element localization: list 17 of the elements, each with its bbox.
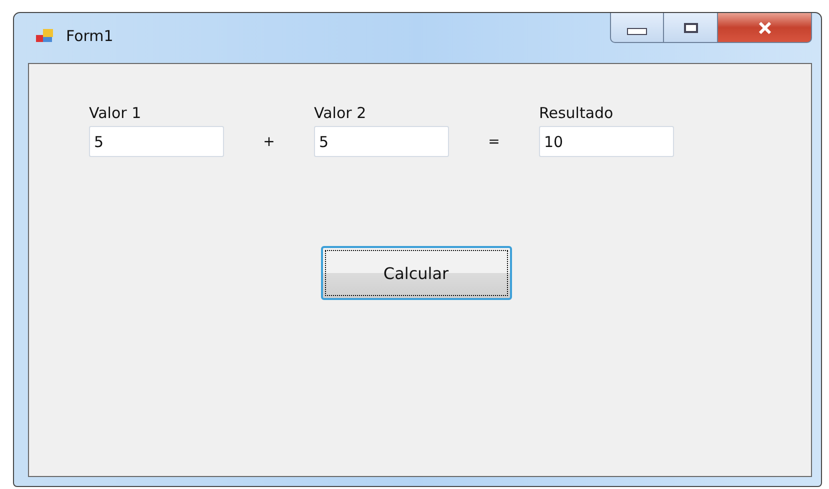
minimize-icon <box>627 28 647 35</box>
maximize-button[interactable] <box>664 13 718 43</box>
operator-sign: = <box>488 134 500 150</box>
minimize-button[interactable] <box>610 13 664 43</box>
maximize-icon <box>684 22 698 32</box>
calculate-button[interactable]: Calcular <box>320 246 512 300</box>
close-icon <box>758 22 772 34</box>
field-label: Valor 2 <box>314 104 368 124</box>
close-button[interactable] <box>718 13 812 43</box>
operator-sign: + <box>263 134 275 150</box>
input-field[interactable]: 5 <box>89 126 224 157</box>
input-field[interactable]: 5 <box>314 126 449 157</box>
field-label: Valor 1 <box>89 104 142 124</box>
input-field[interactable]: 10 <box>539 126 674 157</box>
field-label: Resultado <box>539 104 614 124</box>
window-title: Form1 <box>66 27 114 45</box>
form-icon <box>36 28 54 44</box>
